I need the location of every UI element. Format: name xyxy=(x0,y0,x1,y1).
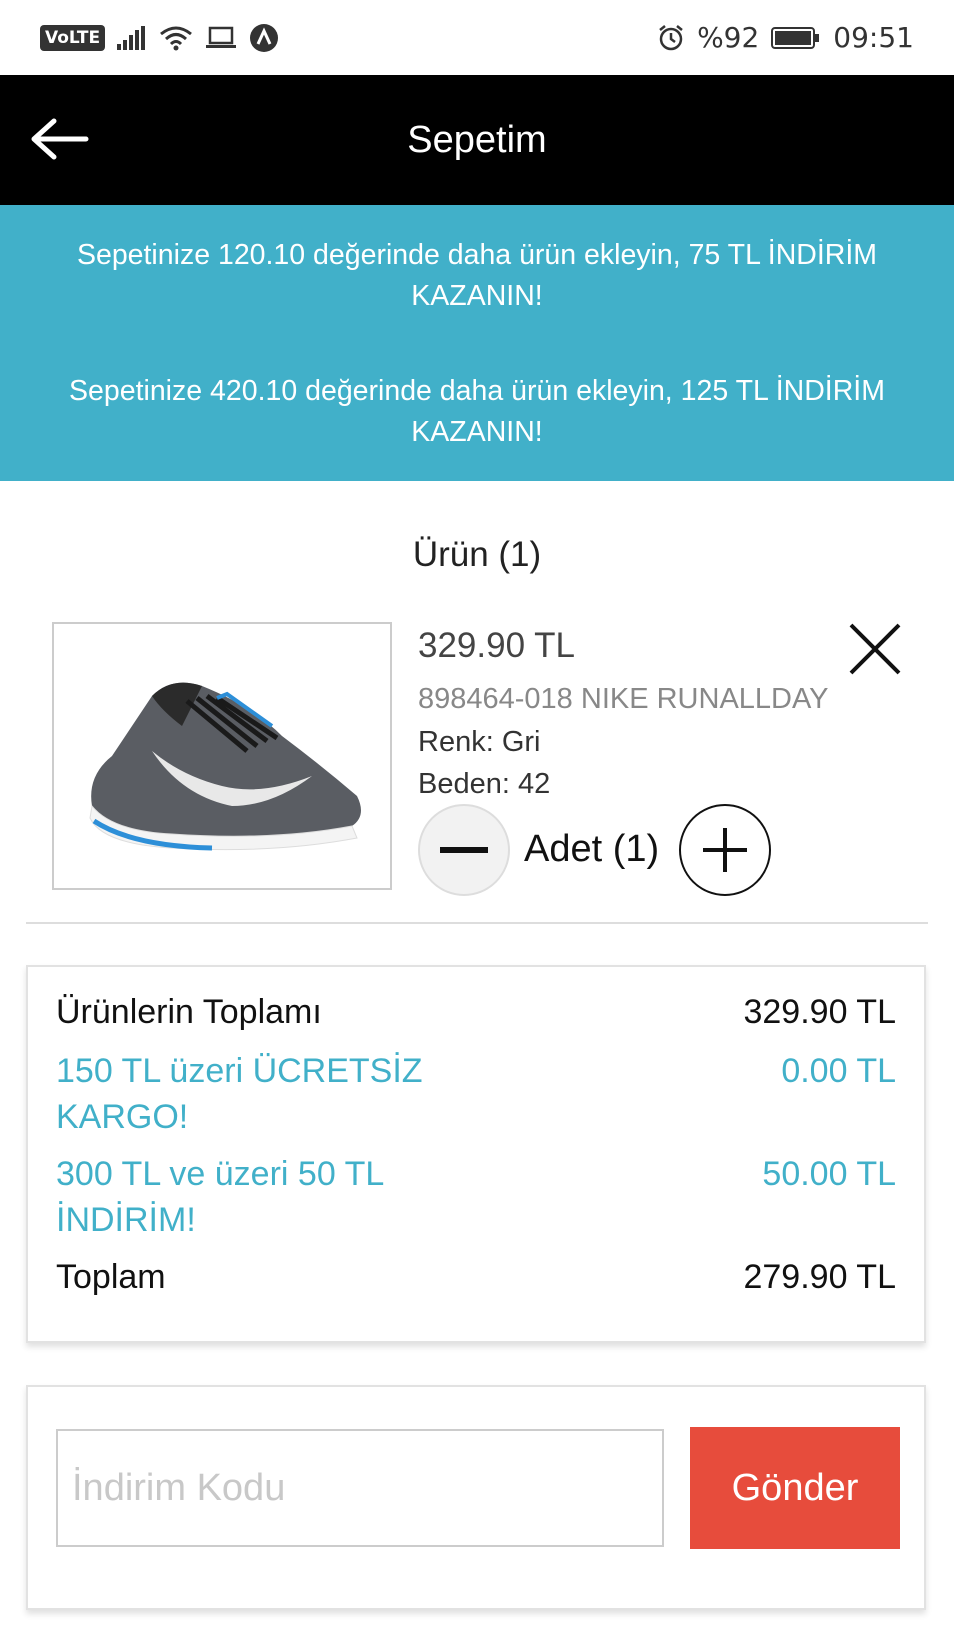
promo-message: Sepetinize 420.10 değerinde daha ürün ek… xyxy=(69,375,885,448)
cart-section-title: Ürün (1) xyxy=(412,535,542,574)
summary-label: Ürünlerin Toplamı xyxy=(56,993,322,1031)
app-header: Sepetim xyxy=(0,75,954,205)
laptop-icon xyxy=(205,26,237,50)
decrease-quantity-button[interactable] xyxy=(418,804,510,896)
summary-label: Toplam xyxy=(56,1258,166,1296)
battery-percent: %92 xyxy=(697,21,760,54)
summary-row-shipping: 150 TL üzeri ÜCRETSİZ KARGO! 0.00 TL xyxy=(56,1048,896,1140)
nav-app-icon xyxy=(249,23,279,53)
summary-row-discount: 300 TL ve üzeri 50 TL İNDİRİM! 50.00 TL xyxy=(56,1151,896,1243)
order-summary: Ürünlerin Toplamı 329.90 TL 150 TL üzeri… xyxy=(26,965,926,1343)
status-bar: VoLTE %92 09:51 xyxy=(0,0,954,75)
quantity-label: Adet (1) xyxy=(524,828,660,870)
page-title: Sepetim xyxy=(407,118,547,161)
summary-label: 300 TL ve üzeri 50 TL İNDİRİM! xyxy=(56,1155,383,1239)
minus-icon xyxy=(440,847,488,853)
running-shoe-image xyxy=(89,682,362,851)
status-bar-right: %92 09:51 xyxy=(657,21,914,54)
summary-value: 329.90 TL xyxy=(743,993,896,1031)
summary-value: 50.00 TL xyxy=(762,1155,896,1193)
increase-quantity-button[interactable] xyxy=(679,804,771,896)
discount-code-input[interactable] xyxy=(56,1429,664,1547)
promo-banner: Sepetinize 120.10 değerinde daha ürün ek… xyxy=(0,205,954,481)
product-image[interactable] xyxy=(52,622,392,890)
close-icon xyxy=(849,623,901,675)
summary-value: 279.90 TL xyxy=(743,1258,896,1296)
product-price: 329.90 TL xyxy=(418,626,575,665)
remove-item-button[interactable] xyxy=(846,620,904,678)
plus-icon xyxy=(703,828,747,872)
clock: 09:51 xyxy=(833,21,914,54)
product-color: Renk: Gri xyxy=(418,726,541,758)
status-bar-left: VoLTE xyxy=(40,23,279,53)
battery-icon xyxy=(771,26,821,50)
submit-coupon-button[interactable]: Gönder xyxy=(690,1427,900,1549)
back-button[interactable] xyxy=(28,111,92,167)
product-name: 898464-018 NIKE RUNALLDAY xyxy=(418,683,829,715)
summary-row-total: Toplam 279.90 TL xyxy=(56,1254,896,1300)
summary-row-subtotal: Ürünlerin Toplamı 329.90 TL xyxy=(56,989,896,1035)
product-size: Beden: 42 xyxy=(418,768,551,800)
divider xyxy=(26,922,928,924)
arrow-left-icon xyxy=(31,118,89,160)
volte-icon: VoLTE xyxy=(40,24,106,51)
promo-message: Sepetinize 120.10 değerinde daha ürün ek… xyxy=(76,239,878,312)
alarm-icon xyxy=(657,24,685,52)
signal-icon xyxy=(117,25,147,50)
coupon-card: Gönder xyxy=(26,1385,926,1610)
summary-label: 150 TL üzeri ÜCRETSİZ KARGO! xyxy=(56,1052,423,1136)
summary-value: 0.00 TL xyxy=(781,1052,896,1090)
wifi-icon xyxy=(159,25,193,51)
